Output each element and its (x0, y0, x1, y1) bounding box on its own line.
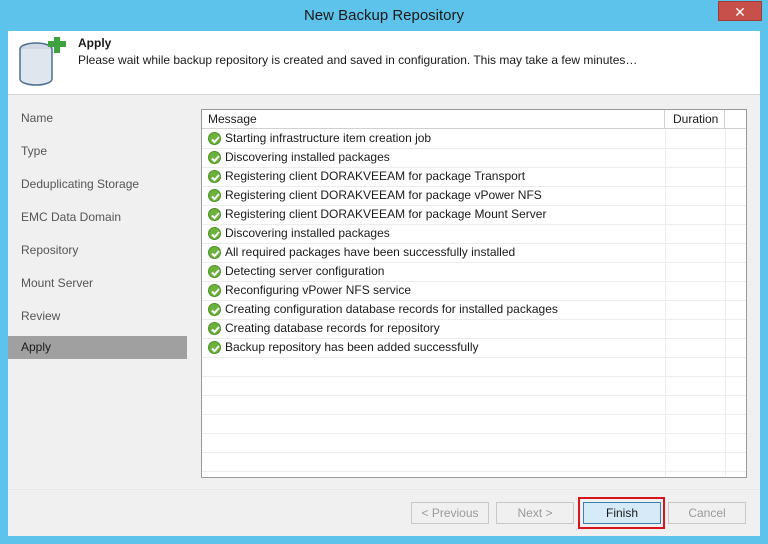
wizard-footer: < Previous Next > Finish Cancel (8, 489, 760, 536)
table-row[interactable]: Registering client DORAKVEEAM for packag… (202, 205, 665, 224)
table-row[interactable]: All required packages have been successf… (202, 243, 665, 262)
table-row[interactable]: Creating configuration database records … (202, 300, 665, 319)
success-check-icon (208, 303, 221, 316)
finish-button[interactable]: Finish (583, 502, 661, 524)
step-mount-server[interactable]: Mount Server (8, 272, 187, 295)
table-row[interactable]: Discovering installed packages (202, 224, 665, 243)
wizard-window: Apply Please wait while backup repositor… (8, 31, 760, 536)
step-deduplicating-storage[interactable]: Deduplicating Storage (8, 173, 187, 196)
step-name[interactable]: Name (8, 107, 187, 130)
table-header: Message Duration (202, 110, 746, 129)
log-message: Detecting server configuration (225, 264, 385, 278)
log-message: Discovering installed packages (225, 150, 390, 164)
table-row[interactable]: Backup repository has been added success… (202, 338, 665, 357)
column-gridline (665, 129, 666, 477)
success-check-icon (208, 284, 221, 297)
table-row[interactable]: Detecting server configuration (202, 262, 665, 281)
column-header-duration[interactable]: Duration (665, 110, 725, 129)
success-check-icon (208, 189, 221, 202)
log-message: Creating database records for repository (225, 321, 440, 335)
table-row[interactable]: Reconfiguring vPower NFS service (202, 281, 665, 300)
log-message: All required packages have been successf… (225, 245, 516, 259)
close-button[interactable]: ✕ (718, 1, 762, 21)
table-row[interactable]: Registering client DORAKVEEAM for packag… (202, 167, 665, 186)
log-message: Starting infrastructure item creation jo… (225, 131, 432, 145)
log-message: Registering client DORAKVEEAM for packag… (225, 188, 542, 202)
log-table[interactable]: Message Duration Starting infrastructure… (201, 109, 747, 478)
table-row[interactable]: Starting infrastructure item creation jo… (202, 129, 665, 148)
success-check-icon (208, 322, 221, 335)
success-check-icon (208, 265, 221, 278)
step-repository[interactable]: Repository (8, 239, 187, 262)
log-message: Discovering installed packages (225, 226, 390, 240)
log-message: Backup repository has been added success… (225, 340, 479, 354)
title-bar: New Backup Repository ✕ (0, 0, 768, 31)
success-check-icon (208, 227, 221, 240)
wizard-header: Apply Please wait while backup repositor… (8, 31, 760, 95)
success-check-icon (208, 208, 221, 221)
success-check-icon (208, 170, 221, 183)
step-apply[interactable]: Apply (8, 336, 187, 359)
database-add-icon (14, 35, 74, 89)
table-row[interactable]: Creating database records for repository (202, 319, 665, 338)
previous-button[interactable]: < Previous (411, 502, 489, 524)
table-row[interactable]: Discovering installed packages (202, 148, 665, 167)
next-button[interactable]: Next > (496, 502, 574, 524)
cancel-button[interactable]: Cancel (668, 502, 746, 524)
log-message: Reconfiguring vPower NFS service (225, 283, 412, 297)
log-message: Registering client DORAKVEEAM for packag… (225, 207, 547, 221)
log-message: Creating configuration database records … (225, 302, 558, 316)
column-gridline (725, 129, 726, 477)
step-description: Please wait while backup repository is c… (78, 53, 638, 67)
success-check-icon (208, 341, 221, 354)
table-row[interactable]: Registering client DORAKVEEAM for packag… (202, 186, 665, 205)
success-check-icon (208, 151, 221, 164)
step-emc-data-domain[interactable]: EMC Data Domain (8, 206, 187, 229)
wizard-steps-sidebar: Name Type Deduplicating Storage EMC Data… (8, 96, 187, 476)
success-check-icon (208, 246, 221, 259)
step-type[interactable]: Type (8, 140, 187, 163)
window-title: New Backup Repository (303, 7, 465, 24)
success-check-icon (208, 132, 221, 145)
step-title: Apply (78, 36, 112, 50)
column-header-message[interactable]: Message (202, 110, 665, 129)
step-review[interactable]: Review (8, 305, 187, 328)
log-message: Registering client DORAKVEEAM for packag… (225, 169, 526, 183)
